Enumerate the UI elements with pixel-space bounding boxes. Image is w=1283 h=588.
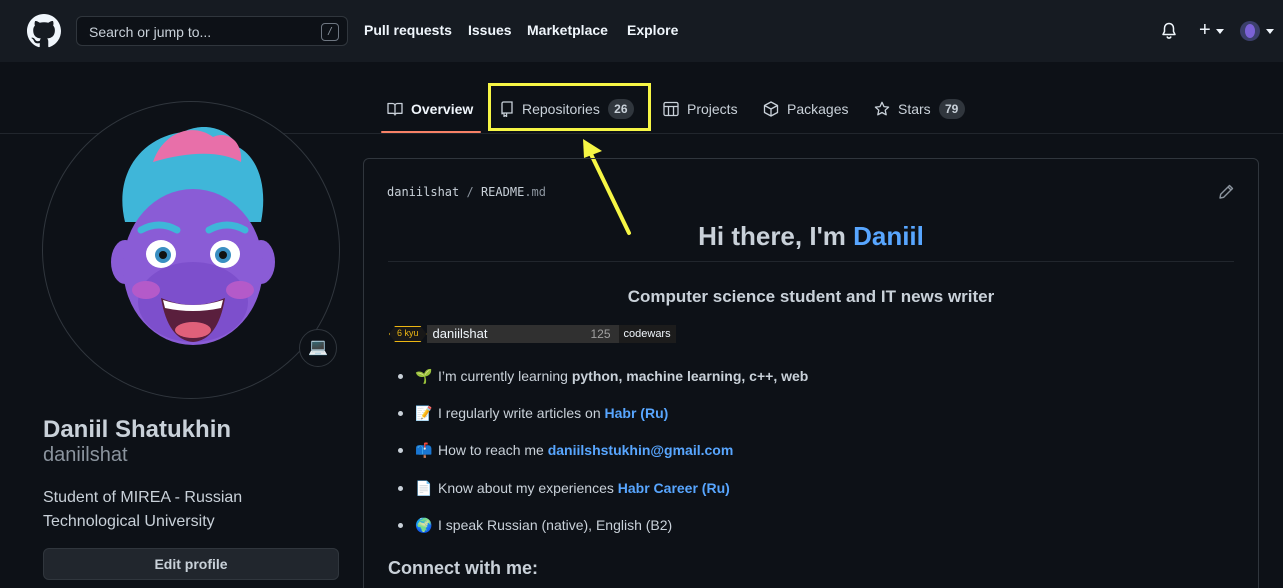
- seedling-icon: 🌱: [415, 368, 433, 384]
- create-chevron-down-icon[interactable]: [1216, 29, 1224, 34]
- habr-career-link[interactable]: Habr Career (Ru): [618, 480, 730, 496]
- list-item-text: I’m currently learning: [438, 368, 572, 384]
- codewars-badge[interactable]: 6 kyu daniilshat 125 codewars: [389, 325, 676, 343]
- habr-link[interactable]: Habr (Ru): [605, 405, 669, 421]
- github-logo-icon[interactable]: [27, 14, 61, 48]
- readme-heading-link[interactable]: Daniil: [853, 221, 924, 251]
- search-input[interactable]: Search or jump to... /: [76, 16, 348, 46]
- mailbox-icon: 📫: [415, 442, 433, 459]
- edit-profile-button[interactable]: Edit profile: [43, 548, 339, 580]
- breadcrumb-file-ext: .md: [524, 185, 546, 199]
- notifications-bell-icon[interactable]: [1161, 22, 1177, 40]
- user-avatar-menu[interactable]: [1240, 21, 1260, 41]
- nav-issues[interactable]: Issues: [468, 22, 512, 38]
- nav-pull-requests[interactable]: Pull requests: [364, 22, 452, 38]
- email-link[interactable]: daniilshstukhin@gmail.com: [548, 442, 734, 458]
- codewars-name: daniilshat 125: [426, 325, 619, 343]
- memoji-avatar-icon: [111, 127, 275, 345]
- list-item: 🌱 I’m currently learning python, machine …: [398, 366, 808, 403]
- search-placeholder: Search or jump to...: [89, 24, 212, 40]
- codewars-site-label: codewars: [618, 325, 676, 343]
- list-item-text: I regularly write articles on: [438, 405, 605, 422]
- memo-icon: 📝: [415, 405, 433, 422]
- active-tab-underline: [381, 131, 481, 133]
- tab-stars[interactable]: Stars 79: [874, 99, 965, 119]
- create-new-plus-icon[interactable]: +: [1199, 19, 1211, 42]
- book-icon: [387, 102, 403, 116]
- tab-packages-label: Packages: [787, 101, 849, 117]
- stars-count-badge: 79: [938, 99, 965, 119]
- list-item: 📄 Know about my experiences Habr Career (…: [398, 478, 808, 515]
- annotation-highlight-box: [488, 83, 651, 131]
- codewars-honor: 125: [590, 327, 611, 341]
- connect-heading: Connect with me:: [388, 558, 539, 578]
- readme-breadcrumb: daniilshat / README.md: [387, 185, 546, 199]
- heading-divider: [388, 261, 1234, 262]
- readme-subtitle: Computer science student and IT news wri…: [627, 287, 995, 306]
- status-emoji-badge[interactable]: 💻: [299, 329, 337, 367]
- slash-shortcut-hint: /: [321, 23, 339, 41]
- profile-full-name: Daniil Shatukhin: [43, 416, 232, 443]
- tab-projects-label: Projects: [687, 101, 738, 117]
- list-item: 🌍 I speak Russian (native), English (B2): [398, 515, 808, 552]
- project-icon: [663, 101, 679, 117]
- star-icon: [874, 101, 890, 116]
- edit-readme-pencil-icon[interactable]: [1218, 184, 1234, 200]
- breadcrumb-user-link[interactable]: daniilshat: [387, 185, 459, 199]
- tab-overview-label: Overview: [411, 101, 474, 117]
- readme-heading: Hi there, I'm Daniil: [388, 221, 1234, 252]
- tab-stars-label: Stars: [898, 101, 931, 117]
- list-item-text: I speak Russian (native), English (B2): [438, 516, 673, 533]
- profile-avatar[interactable]: [42, 101, 340, 399]
- profile-username: daniilshat: [43, 444, 128, 466]
- list-item: 📝 I regularly write articles on Habr (Ru): [398, 403, 808, 440]
- tab-packages[interactable]: Packages: [763, 100, 848, 118]
- list-item-bold: python, machine learning, c++, web: [571, 368, 809, 384]
- avatar-chevron-down-icon[interactable]: [1266, 29, 1274, 34]
- page-icon: 📄: [415, 479, 433, 496]
- readme-list: 🌱 I’m currently learning python, machine …: [398, 366, 808, 552]
- tab-projects[interactable]: Projects: [663, 100, 738, 118]
- readme-heading-text: Hi there, I'm: [698, 221, 854, 251]
- tab-overview[interactable]: Overview: [387, 100, 473, 118]
- profile-bio: Student of MIREA - Russian Technological…: [43, 489, 243, 530]
- globe-icon: 🌍: [415, 516, 433, 533]
- nav-marketplace[interactable]: Marketplace: [527, 22, 608, 38]
- breadcrumb-file-name[interactable]: README: [481, 185, 524, 199]
- list-item-text: Know about my experiences: [438, 479, 618, 496]
- list-item-text: How to reach me: [438, 442, 548, 459]
- list-item: 📫 How to reach me daniilshstukhin@gmail.c…: [398, 440, 808, 477]
- top-navbar: Search or jump to... / Pull requests Iss…: [0, 0, 1283, 62]
- codewars-rank: 6 kyu: [389, 326, 427, 342]
- codewars-username: daniilshat: [432, 326, 488, 341]
- breadcrumb-separator: /: [466, 185, 474, 199]
- nav-explore[interactable]: Explore: [627, 22, 678, 38]
- package-icon: [763, 101, 779, 117]
